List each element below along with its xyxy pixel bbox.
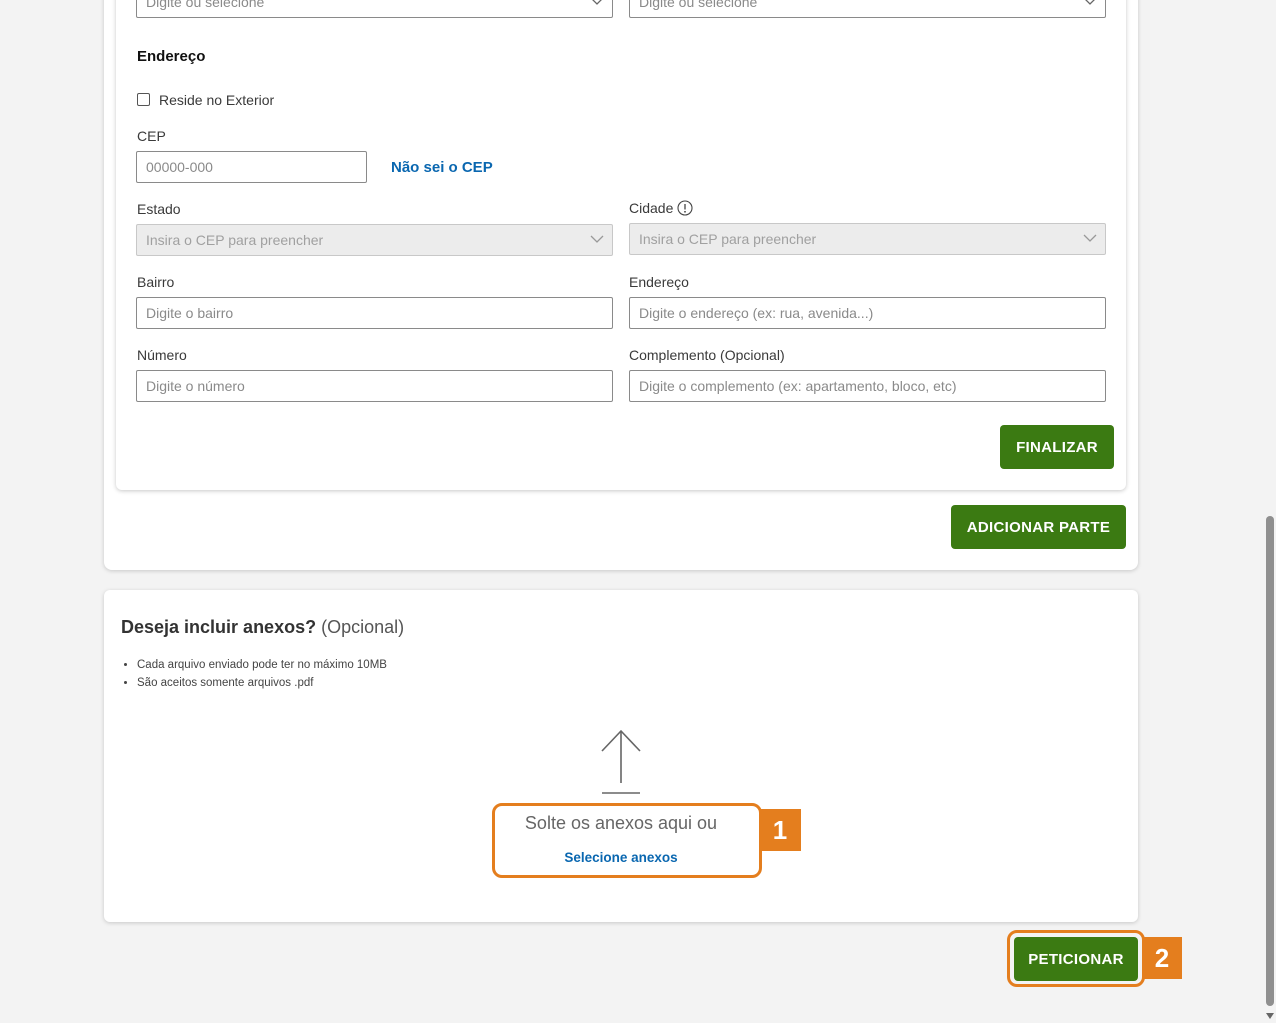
attachments-title: Deseja incluir anexos? (Opcional) (121, 617, 404, 638)
complemento-input[interactable]: Digite o complemento (ex: apartamento, b… (629, 370, 1106, 402)
reside-exterior-checkbox[interactable] (137, 93, 150, 106)
cidade-placeholder: Insira o CEP para preencher (639, 231, 817, 247)
finalizar-button[interactable]: FINALIZAR (1000, 425, 1114, 469)
cidade-label: Cidade (629, 200, 674, 216)
top-right-select-placeholder: Digite ou selecione (639, 0, 758, 10)
endereco-input[interactable]: Digite o endereço (ex: rua, avenida...) (629, 297, 1106, 329)
top-right-select[interactable]: Digite ou selecione (629, 0, 1106, 18)
annotation-highlight-2 (1007, 930, 1145, 987)
info-icon[interactable] (677, 200, 693, 216)
attachments-title-text: Deseja incluir anexos? (121, 617, 317, 637)
annotation-badge-2: 2 (1142, 937, 1182, 979)
endereco-label: Endereço (629, 274, 689, 290)
bairro-placeholder: Digite o bairro (146, 305, 234, 321)
cep-placeholder: 00000-000 (146, 159, 213, 175)
estado-placeholder: Insira o CEP para preencher (146, 232, 324, 248)
attachment-rules-list: Cada arquivo enviado pode ter no máximo … (121, 659, 521, 695)
chevron-down-icon (1083, 234, 1097, 242)
chevron-down-icon (592, 0, 602, 5)
top-left-select[interactable]: Digite ou selecione (136, 0, 613, 18)
chevron-down-icon (1085, 0, 1095, 5)
complemento-placeholder: Digite o complemento (ex: apartamento, b… (639, 378, 957, 394)
chevron-down-icon (590, 235, 604, 243)
bairro-label: Bairro (137, 274, 175, 290)
numero-label: Número (137, 347, 187, 363)
cidade-label-wrap: Cidade (629, 200, 693, 216)
endereco-placeholder: Digite o endereço (ex: rua, avenida...) (639, 305, 874, 321)
complemento-label: Complemento (Opcional) (629, 347, 785, 363)
add-party-button[interactable]: ADICIONAR PARTE (951, 505, 1126, 549)
nao-sei-cep-link[interactable]: Não sei o CEP (391, 159, 493, 176)
cep-label: CEP (137, 128, 166, 144)
reside-exterior-label: Reside no Exterior (159, 92, 275, 108)
annotation-badge-1: 1 (759, 809, 801, 851)
cidade-select[interactable]: Insira o CEP para preencher (629, 223, 1106, 255)
scrollbar-thumb[interactable] (1266, 516, 1274, 1006)
cep-input[interactable]: 00000-000 (136, 151, 367, 183)
estado-label: Estado (137, 201, 181, 217)
attachment-rule-size: Cada arquivo enviado pode ter no máximo … (137, 659, 521, 671)
address-section-title: Endereço (137, 48, 206, 65)
attachments-title-optional: (Opcional) (321, 617, 405, 637)
numero-placeholder: Digite o número (146, 378, 245, 394)
estado-select[interactable]: Insira o CEP para preencher (136, 224, 613, 256)
attachment-rule-format: São aceitos somente arquivos .pdf (137, 677, 521, 689)
top-left-select-placeholder: Digite ou selecione (146, 0, 265, 10)
scroll-down-arrow-icon[interactable] (1265, 1012, 1275, 1020)
numero-input[interactable]: Digite o número (136, 370, 613, 402)
annotation-highlight-1 (492, 803, 762, 878)
upload-arrow-icon (601, 729, 641, 794)
bairro-input[interactable]: Digite o bairro (136, 297, 613, 329)
